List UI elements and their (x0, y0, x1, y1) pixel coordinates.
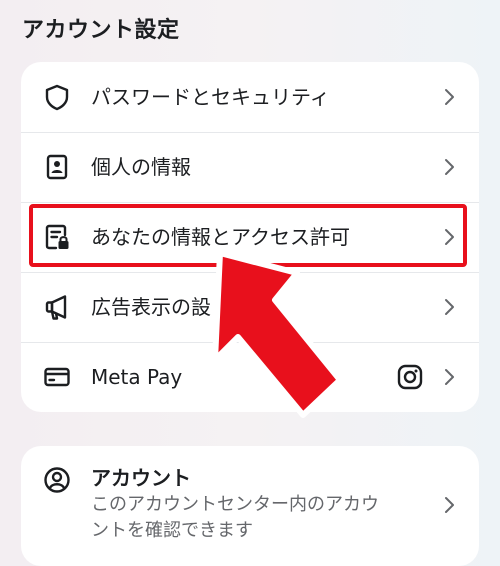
chevron-right-icon (445, 159, 454, 175)
section-title: アカウント設定 (22, 18, 180, 43)
accounts-description: このアカウントセンター内のアカウ (91, 494, 379, 515)
accounts-item[interactable]: アカウント このアカウントセンター内のアカウ ントを確認できます (21, 446, 479, 566)
chevron-right-icon (445, 299, 454, 315)
chevron-right-icon (445, 89, 454, 105)
accounts-title: アカウント (91, 466, 191, 490)
credit-card-icon (44, 367, 70, 387)
shield-icon (45, 84, 69, 111)
personal-info-label: 個人の情報 (91, 155, 191, 179)
ad-preferences-label: 広告表示の設 (91, 295, 211, 319)
megaphone-icon (45, 295, 67, 320)
red-arrow-pointer (212, 250, 343, 418)
password-security-item[interactable]: パスワードとセキュリティ (21, 62, 479, 132)
user-circle-icon (44, 467, 70, 493)
accounts-description-line2: ントを確認できます (91, 520, 253, 541)
chevron-right-icon (445, 369, 454, 385)
password-security-label: パスワードとセキュリティ (91, 85, 330, 109)
chevron-right-icon (445, 497, 454, 513)
accounts-card: アカウント このアカウントセンター内のアカウ ントを確認できます (21, 446, 479, 566)
personal-info-item[interactable]: 個人の情報 (21, 132, 479, 202)
meta-pay-label: Meta Pay (91, 365, 183, 389)
id-card-icon (46, 154, 68, 180)
instagram-icon (397, 364, 423, 390)
